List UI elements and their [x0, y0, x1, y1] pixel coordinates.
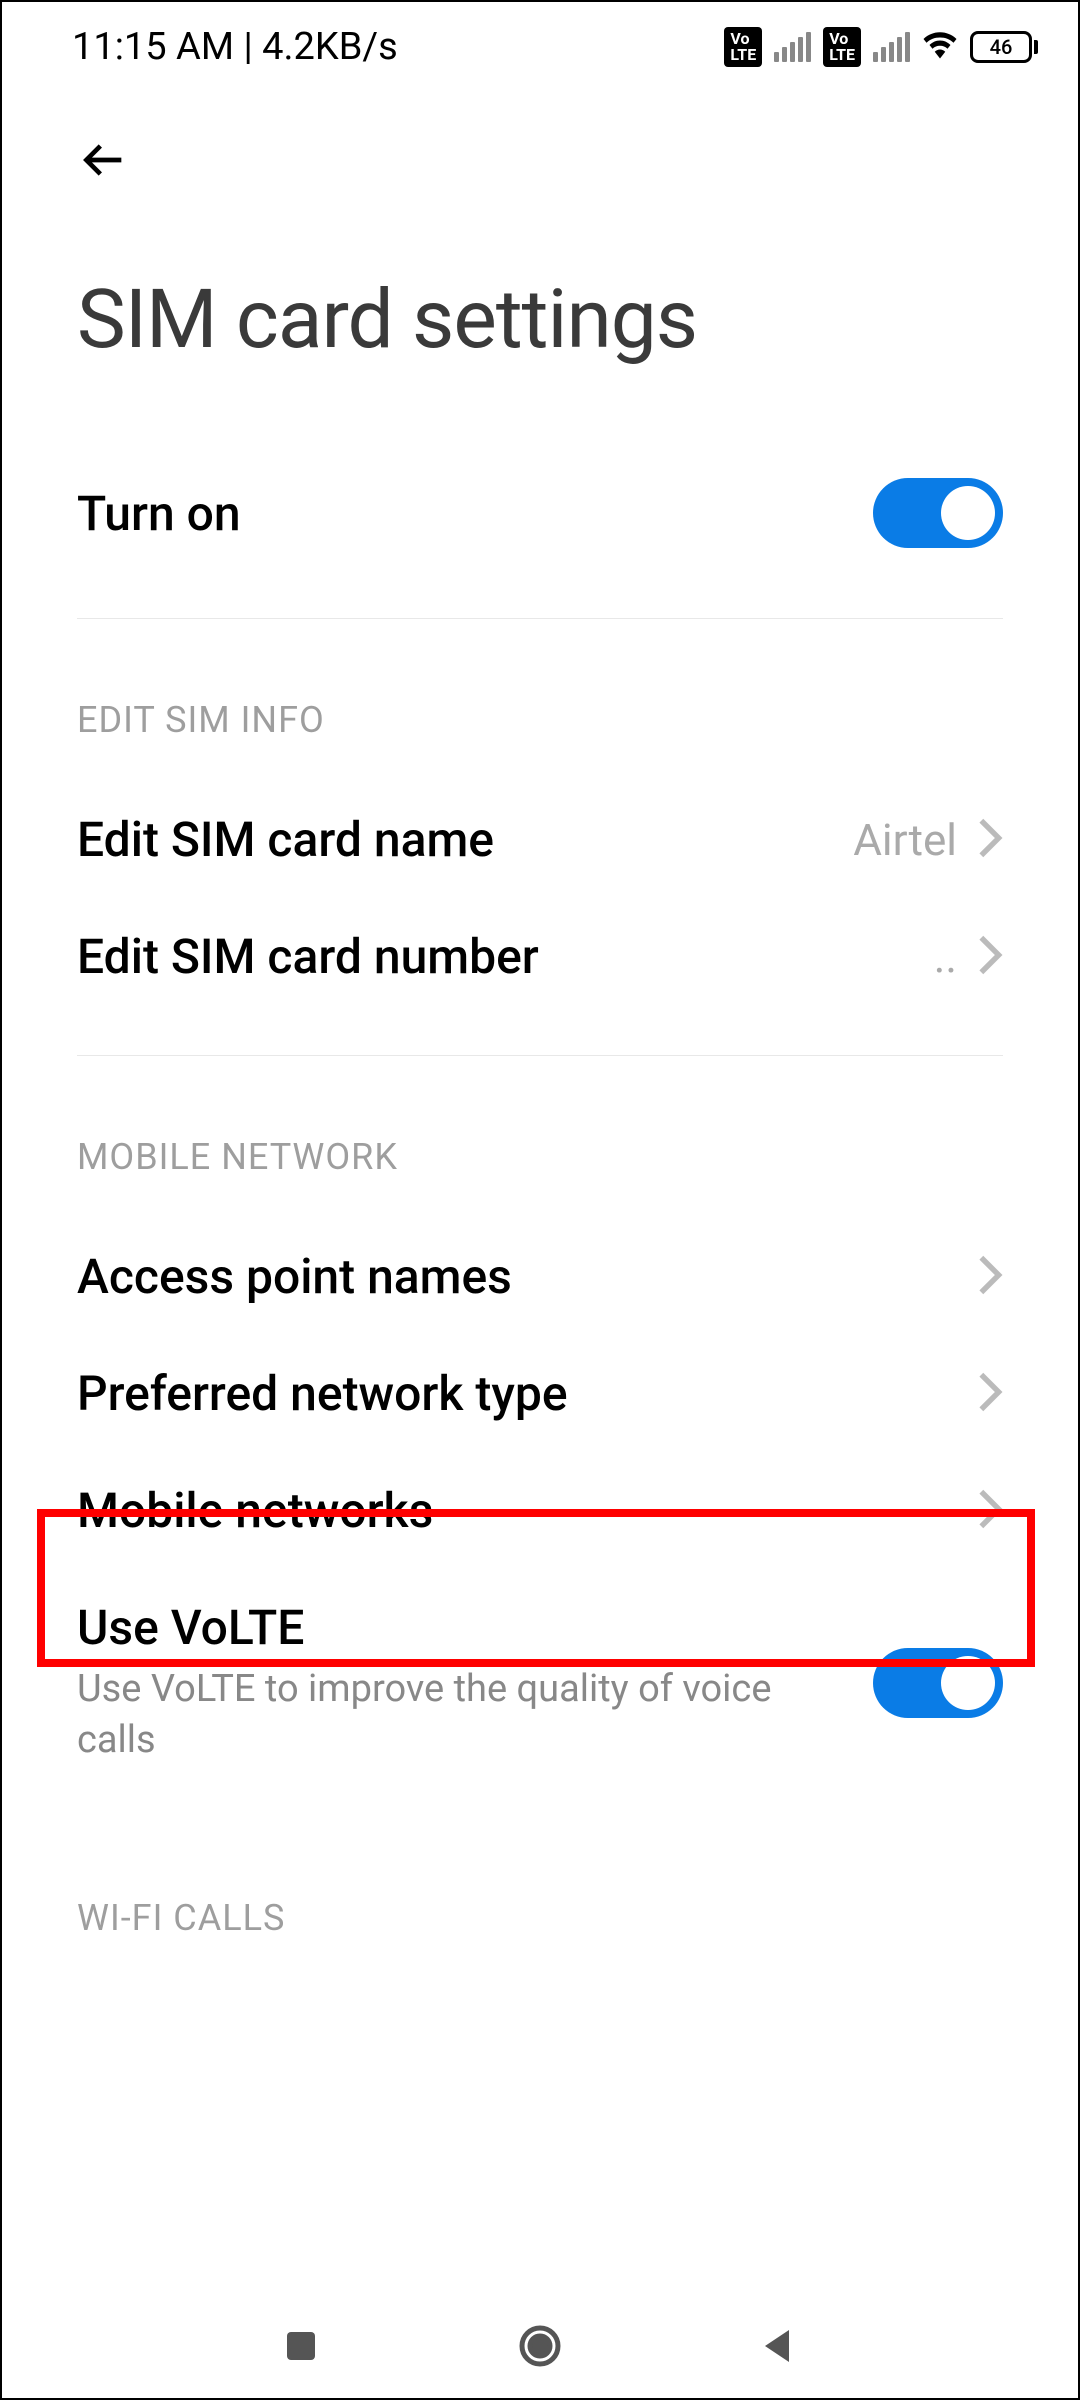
chevron-right-icon [977, 1253, 1003, 1301]
chevron-right-icon [977, 933, 1003, 981]
section-header-edit-sim: EDIT SIM INFO [77, 619, 1003, 781]
edit-sim-number-label: Edit SIM card number [77, 928, 539, 985]
signal-icon-sim1 [774, 32, 811, 62]
turn-on-row[interactable]: Turn on [77, 448, 1003, 578]
edit-sim-name-row[interactable]: Edit SIM card name Airtel [77, 781, 1003, 898]
signal-icon-sim2 [873, 32, 910, 62]
volte-toggle[interactable] [873, 1648, 1003, 1718]
apn-row[interactable]: Access point names [77, 1218, 1003, 1335]
battery-indicator: 46 [970, 31, 1038, 63]
edit-sim-name-value: Airtel [853, 814, 957, 866]
volte-badge-sim2: VoLTE [823, 27, 861, 67]
edit-sim-number-row[interactable]: Edit SIM card number .. [77, 898, 1003, 1015]
header [2, 92, 1078, 212]
status-indicators: VoLTE VoLTE 46 [724, 27, 1038, 67]
section-header-wifi-calls: WI-FI CALLS [77, 1797, 1003, 1979]
navigation-bar [2, 2298, 1078, 2398]
status-time-speed: 11:15 AM | 4.2KB/s [72, 25, 398, 69]
nav-recent-icon[interactable] [277, 2322, 325, 2374]
turn-on-toggle[interactable] [873, 478, 1003, 548]
volte-row[interactable]: Use VoLTE Use VoLTE to improve the quali… [77, 1569, 1003, 1797]
status-bar: 11:15 AM | 4.2KB/s VoLTE VoLTE 46 [2, 2, 1078, 92]
chevron-right-icon [977, 1370, 1003, 1418]
edit-sim-number-value: .. [934, 931, 957, 983]
edit-sim-name-label: Edit SIM card name [77, 811, 494, 868]
volte-badge-sim1: VoLTE [724, 27, 762, 67]
chevron-right-icon [977, 816, 1003, 864]
mobile-networks-row[interactable]: Mobile networks [77, 1452, 1003, 1569]
wifi-icon [922, 27, 958, 67]
volte-label: Use VoLTE [77, 1599, 777, 1656]
back-icon[interactable] [77, 173, 133, 192]
preferred-network-label: Preferred network type [77, 1365, 568, 1422]
nav-home-icon[interactable] [516, 2322, 564, 2374]
mobile-networks-label: Mobile networks [77, 1482, 433, 1539]
turn-on-label: Turn on [77, 485, 241, 542]
nav-back-icon[interactable] [755, 2322, 803, 2374]
preferred-network-type-row[interactable]: Preferred network type [77, 1335, 1003, 1452]
section-header-mobile-network: MOBILE NETWORK [77, 1056, 1003, 1218]
apn-label: Access point names [77, 1248, 512, 1305]
page-title: SIM card settings [2, 212, 1078, 448]
volte-description: Use VoLTE to improve the quality of voic… [77, 1664, 777, 1767]
chevron-right-icon [977, 1487, 1003, 1535]
